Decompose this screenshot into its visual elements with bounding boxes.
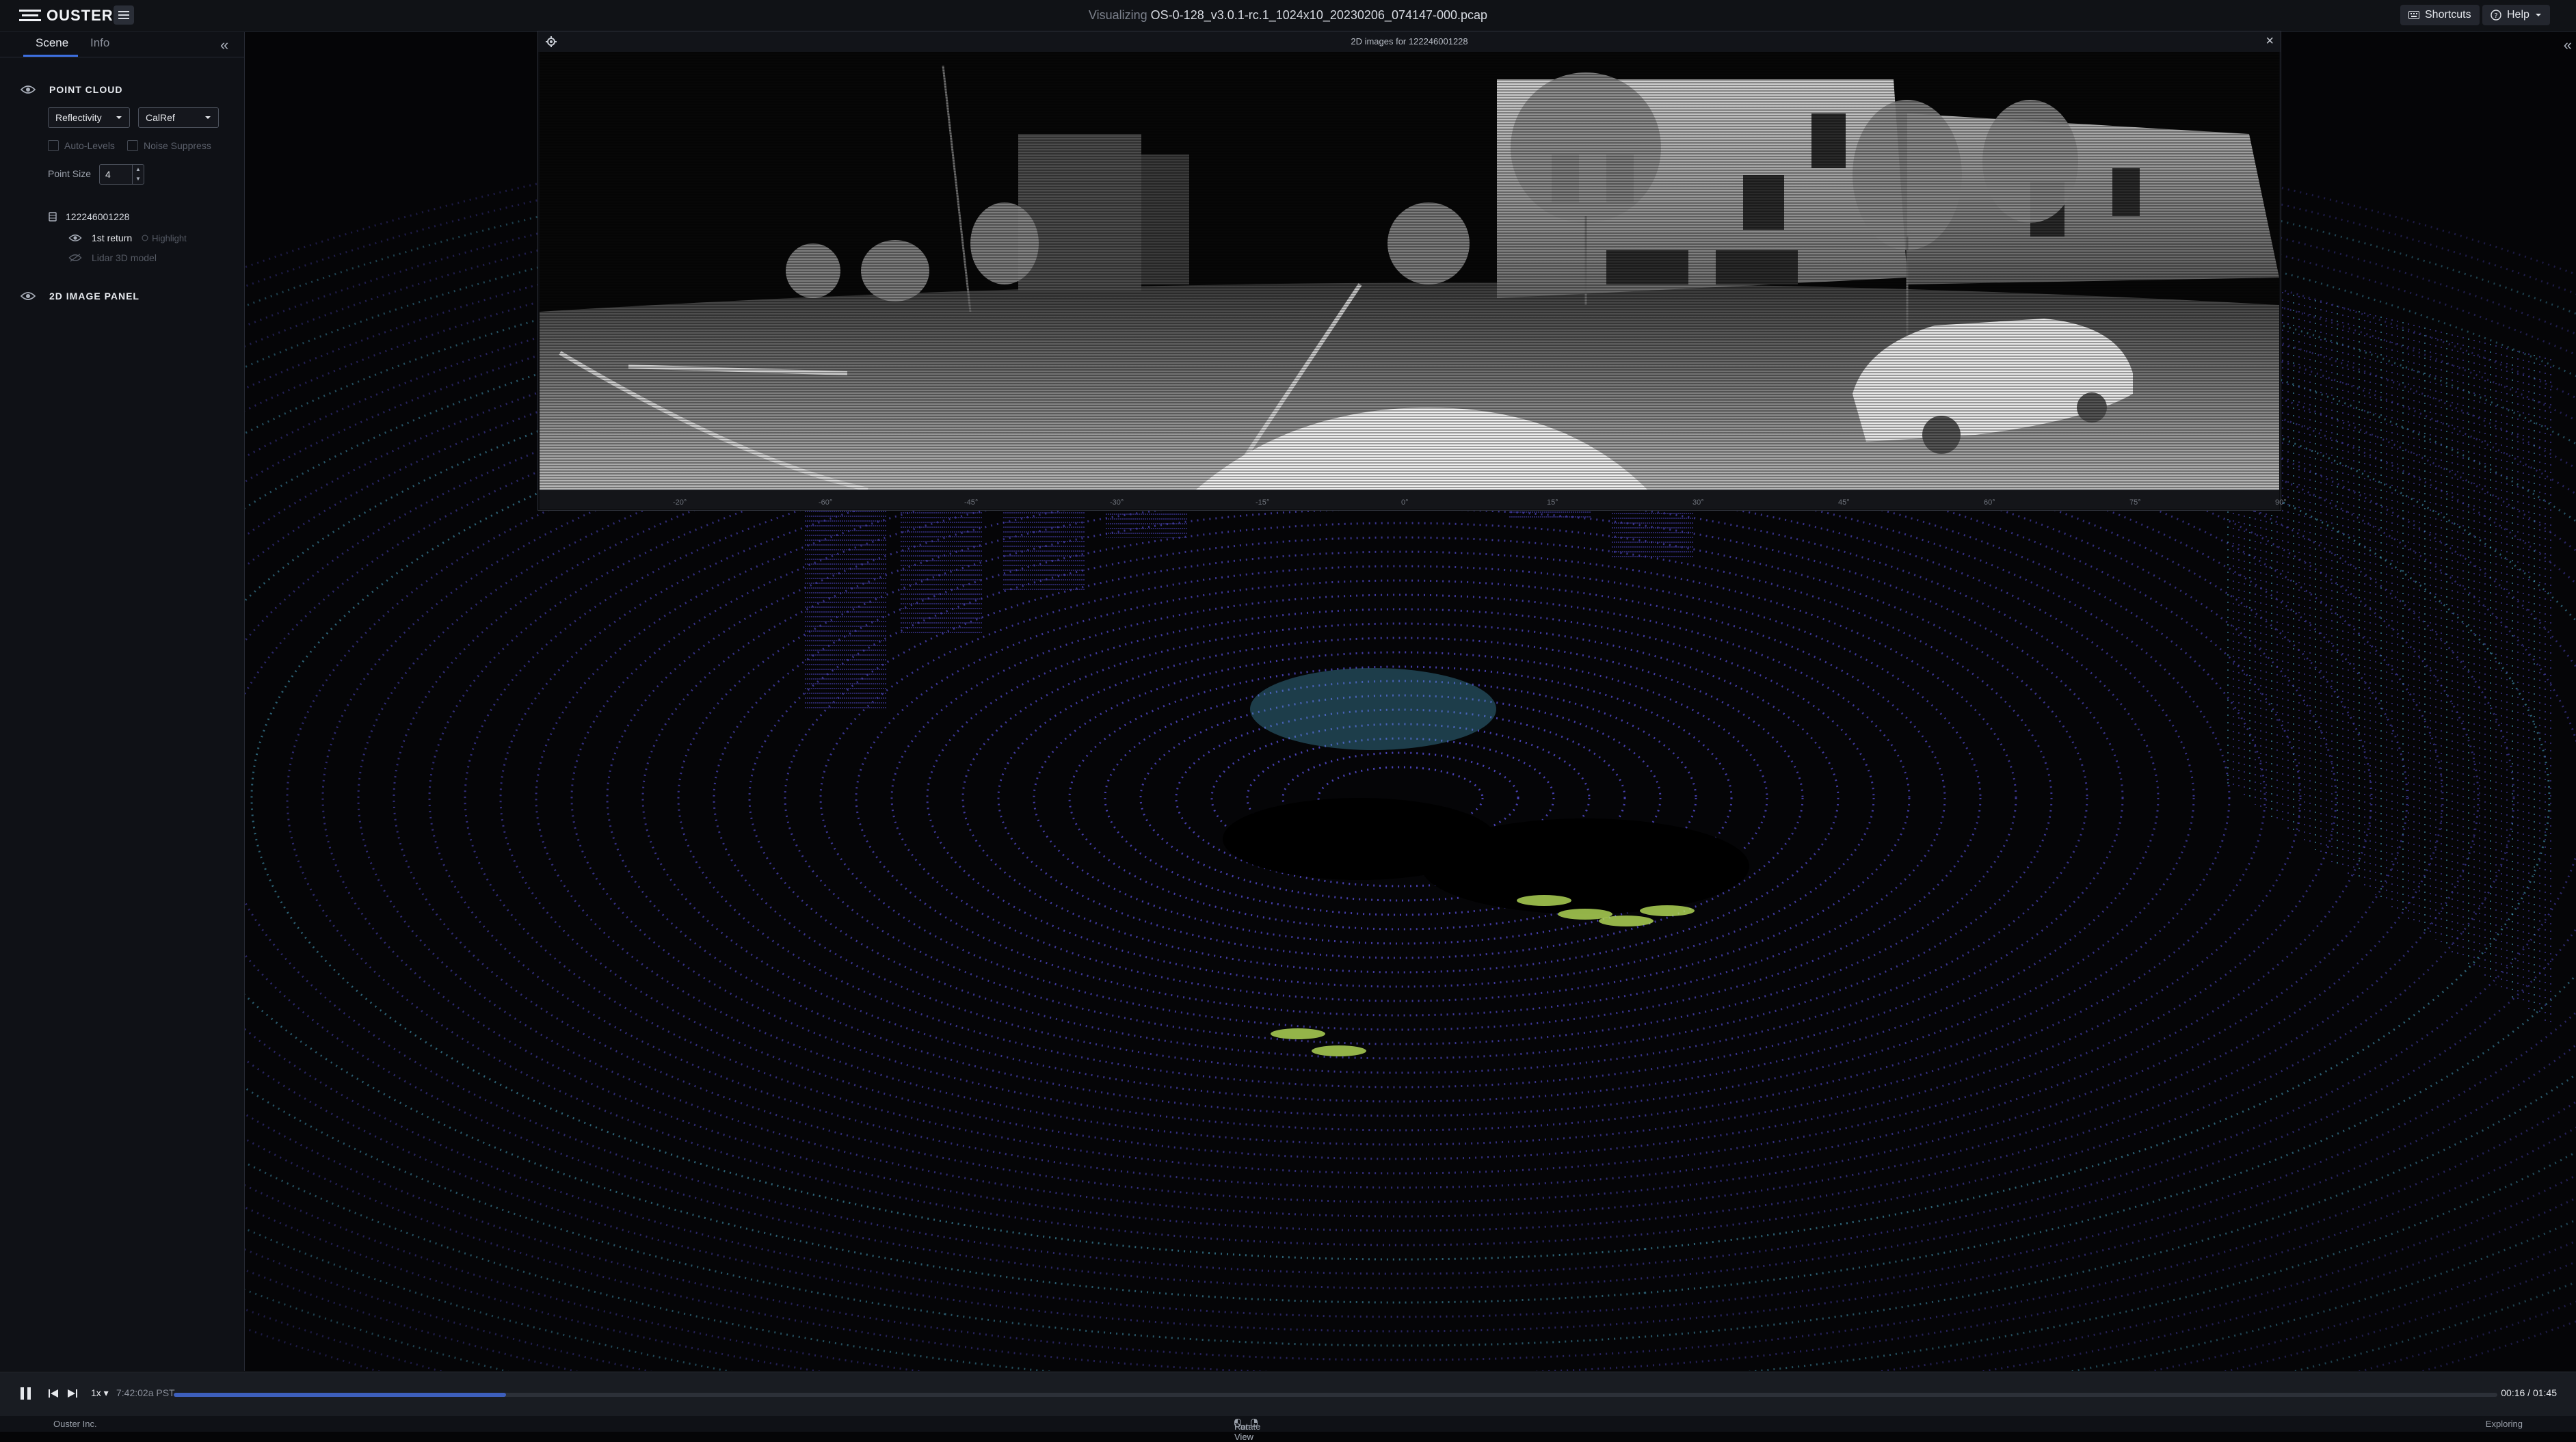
sensor-row[interactable]: 122246001228 — [48, 211, 129, 222]
radio-icon — [142, 235, 148, 241]
ruler-tick-label: 15° — [1547, 498, 1558, 507]
sidebar-tabs: Scene Info « — [0, 32, 244, 57]
pause-icon[interactable] — [19, 1386, 33, 1401]
company-label: Ouster Inc. — [53, 1419, 97, 1429]
ruler-tick-label: -60° — [819, 498, 833, 507]
street-scene-image — [540, 52, 2279, 490]
point-cloud-header: POINT CLOUD — [21, 84, 122, 95]
mode-label: Exploring — [2485, 1419, 2523, 1429]
keyboard-icon — [2408, 11, 2419, 19]
ruler-tick-label: -15° — [1256, 498, 1270, 507]
image-panel-window[interactable]: 2D images for 122246001228 × -20° -60° -… — [537, 31, 2287, 511]
speed-value: 1x — [91, 1387, 101, 1398]
tab-scene[interactable]: Scene — [36, 36, 68, 50]
noise-suppress-label: Noise Suppress — [144, 140, 211, 151]
rotate-view-hint: Rotate View Pan View — [1234, 1419, 1260, 1442]
image-panel-header: 2D IMAGE PANEL — [21, 291, 140, 302]
point-size-stepper[interactable]: ▲ ▼ — [132, 165, 144, 184]
noise-suppress-checkbox[interactable]: Noise Suppress — [127, 140, 211, 151]
image-panel-title: 2D IMAGE PANEL — [49, 291, 140, 302]
sensor-id: 122246001228 — [66, 211, 130, 222]
auto-levels-box[interactable] — [48, 140, 59, 151]
auto-levels-checkbox[interactable]: Auto-Levels — [48, 140, 115, 151]
close-icon[interactable]: × — [2266, 34, 2274, 49]
return-row: 1st return Highlight — [68, 232, 187, 243]
noise-suppress-box[interactable] — [127, 140, 138, 151]
svg-text:?: ? — [2494, 12, 2497, 20]
chevron-down-icon — [205, 116, 211, 119]
window-title: Visualizing OS-0-128_v3.0.1-rc.1_1024x10… — [0, 8, 2576, 23]
active-tab-indicator — [23, 55, 78, 57]
image-panel-caption: 2D images for 122246001228 — [1351, 36, 1468, 46]
title-prefix: Visualizing — [1088, 8, 1147, 22]
collapse-sidebar-icon[interactable]: « — [220, 36, 228, 54]
shortcuts-label: Shortcuts — [2425, 9, 2471, 21]
status-bar: Ouster Inc. Rotate View Pan View Explori… — [0, 1416, 2576, 1442]
point-cloud-title: POINT CLOUD — [49, 84, 123, 95]
highlight-toggle[interactable]: Highlight — [142, 233, 187, 243]
eye-icon[interactable] — [21, 291, 36, 301]
point-size-value: 4 — [105, 169, 111, 180]
help-button[interactable]: ? Help — [2482, 5, 2550, 25]
color-mode-select[interactable]: Reflectivity — [48, 107, 130, 128]
auto-levels-label: Auto-Levels — [64, 140, 115, 151]
ruler-tick-label: 0° — [1401, 498, 1409, 507]
azimuth-ruler: -20° -60° -45° -30° -15° 0° 15° 30° 45° 60° 75° 90° — [540, 490, 2287, 509]
chevron-down-icon — [116, 116, 122, 119]
eye-off-icon[interactable] — [68, 254, 82, 262]
lidar-model-row[interactable]: Lidar 3D model — [68, 252, 157, 263]
ruler-tick-label: -30° — [1110, 498, 1124, 507]
ruler-tick-label: 90° — [2275, 498, 2287, 507]
sensor-icon — [49, 212, 57, 222]
help-label: Help — [2507, 9, 2529, 21]
eye-icon[interactable] — [68, 234, 82, 242]
ruler-tick-label: 45° — [1838, 498, 1850, 507]
shortcuts-button[interactable]: Shortcuts — [2400, 5, 2480, 25]
ruler-tick-label: -45° — [964, 498, 979, 507]
highlight-label: Highlight — [152, 232, 187, 243]
timeline-slider[interactable] — [174, 1393, 2497, 1397]
expand-right-panel-icon[interactable]: « — [2564, 36, 2572, 54]
palette-value: CalRef — [146, 112, 175, 123]
timeline-progress — [174, 1393, 506, 1397]
sidebar: Scene Info « POINT CLOUD Reflectivity Ca… — [0, 32, 245, 1371]
eye-icon[interactable] — [21, 85, 36, 94]
lidar-reflectivity-image — [540, 52, 2279, 490]
stepper-up-icon[interactable]: ▲ — [133, 165, 144, 174]
tab-info[interactable]: Info — [90, 36, 109, 50]
palette-select[interactable]: CalRef — [138, 107, 219, 128]
color-mode-value: Reflectivity — [55, 112, 102, 123]
point-size-label: Point Size — [48, 168, 92, 179]
title-filename: OS-0-128_v3.0.1-rc.1_1024x10_20230206_07… — [1150, 8, 1488, 22]
playback-bar: 1x ▾ 7:42:02a PST 00:16 / 01:45 — [0, 1372, 2576, 1416]
return-label: 1st return — [92, 232, 133, 243]
ruler-tick-label: 30° — [1692, 498, 1704, 507]
step-forward-icon[interactable] — [67, 1389, 78, 1398]
elapsed-time: 00:16 / 01:45 — [2501, 1387, 2557, 1398]
lidar-model-label: Lidar 3D model — [92, 252, 157, 263]
stepper-down-icon[interactable]: ▼ — [133, 174, 144, 184]
frame-timestamp: 7:42:02a PST — [116, 1387, 175, 1398]
top-bar: OUSTER Visualizing OS-0-128_v3.0.1-rc.1_… — [0, 0, 2576, 32]
chevron-down-icon — [2535, 14, 2541, 16]
playback-speed-select[interactable]: 1x ▾ — [91, 1387, 109, 1399]
ruler-tick-label: -20° — [673, 498, 687, 507]
image-panel-titlebar[interactable]: 2D images for 122246001228 × — [538, 31, 2281, 52]
ruler-tick-label: 60° — [1984, 498, 1995, 507]
ruler-tick-label: 75° — [2129, 498, 2141, 507]
pan-view-label: Pan View — [1234, 1421, 1253, 1442]
help-circle-icon: ? — [2491, 10, 2501, 21]
step-back-icon[interactable] — [48, 1389, 59, 1398]
point-size-input[interactable]: 4 ▲ ▼ — [99, 164, 144, 185]
